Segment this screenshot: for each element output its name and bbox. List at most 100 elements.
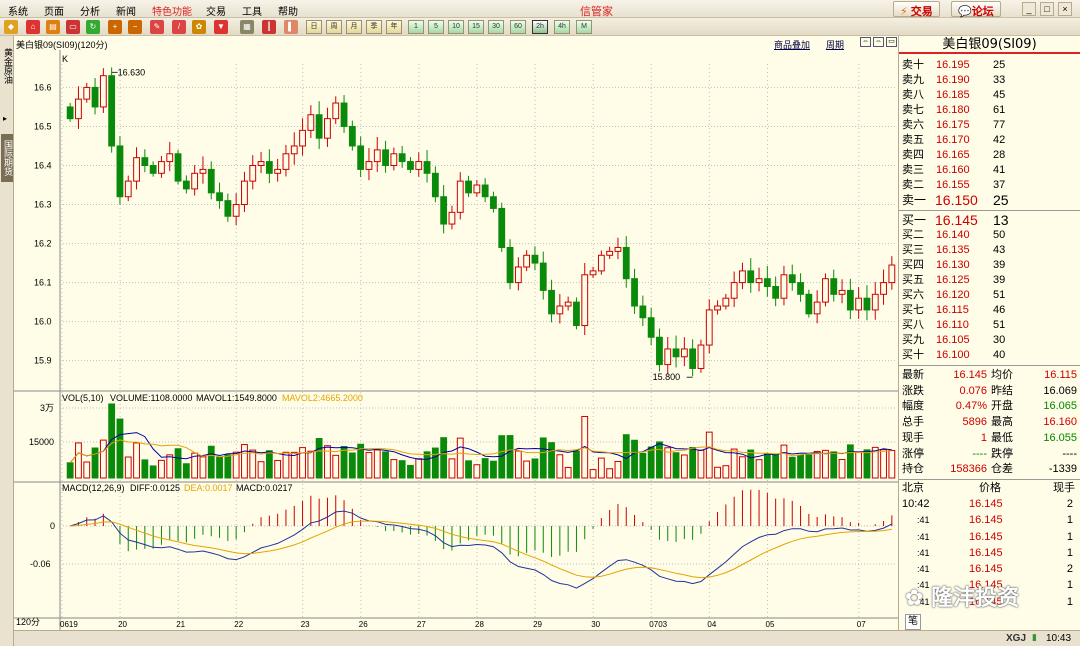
candle-body [232,204,240,217]
period-season-icon[interactable]: 季 [366,20,382,34]
maximize-icon[interactable]: □ [1040,2,1054,16]
menu-features[interactable]: 特色功能 [152,3,192,18]
period-year-icon[interactable]: 年 [386,20,402,34]
bid-row[interactable]: 买二 16.140 50 [899,228,1080,243]
time-tick-label: 27 [417,620,426,629]
ask-row[interactable]: 卖五 16.170 42 [899,133,1080,148]
period-button-10[interactable]: 10 [448,20,464,34]
back-icon[interactable]: ◆ [4,20,18,34]
bid-row[interactable]: 买五 16.125 39 [899,273,1080,288]
ask-row[interactable]: 卖八 16.185 45 [899,88,1080,103]
ask-row[interactable]: 卖四 16.165 28 [899,148,1080,163]
layout-icon[interactable]: ⇔ [860,37,871,47]
trade-button[interactable]: ⚡ 交易 [893,1,940,18]
period-day-icon[interactable]: 日 [306,20,322,34]
bid-price: 16.135 [936,244,970,256]
forum-button[interactable]: 💬论坛 [951,1,1001,18]
bid-row[interactable]: 买十 16.100 40 [899,348,1080,363]
filter-icon[interactable]: ▼ [214,20,228,34]
zoom-out-icon[interactable]: − [128,20,142,34]
expand-icon[interactable]: ▭ [886,37,897,47]
period-button-30[interactable]: 30 [488,20,504,34]
stat-value: 16.069 [1043,384,1077,397]
menu-analysis[interactable]: 分析 [80,3,100,18]
bid-row[interactable]: 买四 16.130 39 [899,258,1080,273]
bid-row[interactable]: 买三 16.135 43 [899,243,1080,258]
bid-price: 16.125 [936,274,970,286]
brand-label: XGJ [1006,633,1027,644]
period-button-2h[interactable]: 2h [532,20,548,34]
table-icon[interactable]: ▦ [240,20,254,34]
volume-bar [622,434,630,479]
candle-body [91,86,99,108]
ask-vol: 77 [993,119,1006,131]
tick-time: :41 [917,531,930,542]
ask-row[interactable]: 卖六 16.175 77 [899,118,1080,133]
volume-bar [473,464,481,479]
volume-bar [307,450,315,479]
period-button-m[interactable]: M [576,20,592,34]
period-month-icon[interactable]: 月 [346,20,362,34]
bid-row[interactable]: 买一 16.145 13 [899,213,1080,228]
period-button-60[interactable]: 60 [510,20,526,34]
window-icon[interactable]: ▭ [66,20,80,34]
ask-row[interactable]: 卖九 16.190 33 [899,73,1080,88]
period-button-1[interactable]: 1 [408,20,424,34]
ask-row[interactable]: 卖七 16.180 61 [899,103,1080,118]
stat-row: 总手 5896 最高 16.160 [899,415,1080,430]
menu-tools[interactable]: 工具 [242,3,262,18]
period-button-4h[interactable]: 4h [554,20,570,34]
tick-row: 10:42 16.145 2 [899,497,1080,512]
stat-value: 1 [980,431,987,444]
split-icon[interactable]: ⇔ [873,37,884,47]
kline-chart[interactable]: 16.6 16.5 16.4 16.3 16.2 16.1 16.0 15.9 3万 15000 0… [14,50,898,630]
draw-line-icon[interactable]: / [172,20,186,34]
minimize-icon[interactable]: _ [1022,2,1036,16]
book-icon[interactable]: ▤ [46,20,60,34]
bid-row[interactable]: 买八 16.110 51 [899,318,1080,333]
candle-body [174,153,182,182]
candlestick-icon[interactable]: ┃ [262,20,276,34]
paint-icon[interactable]: ✿ [192,20,206,34]
side-tabs: 黄金原油 ▸ 国际期货 [0,36,14,646]
ask-row[interactable]: 卖三 16.160 41 [899,163,1080,178]
bid-row[interactable]: 买六 16.120 51 [899,288,1080,303]
menu-help[interactable]: 帮助 [278,3,298,18]
ticks-tab[interactable]: 笔 [905,614,921,630]
bid-price: 16.130 [936,259,970,271]
home-icon[interactable]: ⌂ [26,20,40,34]
bid-row[interactable]: 买七 16.115 46 [899,303,1080,318]
stat-label: 最高 [991,416,1013,429]
refresh-icon[interactable]: ↻ [86,20,100,34]
menu-system[interactable]: 系统 [8,3,28,18]
side-arrow-icon[interactable]: ▸ [3,114,7,123]
ask-bid-divider [899,210,1080,211]
menu-page[interactable]: 页面 [44,3,64,18]
ask-row[interactable]: 卖十 16.195 25 [899,58,1080,73]
ask-row[interactable]: 卖二 16.155 37 [899,178,1080,193]
volume-bar [855,451,863,479]
scroll-bar[interactable] [14,630,898,646]
stat-label: 开盘 [991,400,1013,413]
period-button-15[interactable]: 15 [468,20,484,34]
candle-body [548,289,555,315]
menu-news[interactable]: 新闻 [116,3,136,18]
side-tab-gold-oil[interactable]: 黄金原油 [1,42,13,90]
period-button-5[interactable]: 5 [428,20,444,34]
candle-body [631,278,638,307]
volume-bar [340,445,348,479]
zoom-in-icon[interactable]: + [108,20,122,34]
pen-icon[interactable]: ✎ [150,20,164,34]
menu-trade[interactable]: 交易 [206,3,226,18]
ask-row[interactable]: 卖一 16.150 25 [899,193,1080,208]
bid-row[interactable]: 买九 16.105 30 [899,333,1080,348]
volume-bar [863,449,871,479]
close-icon[interactable]: × [1058,2,1072,16]
side-tab-intl-futures[interactable]: 国际期货 [1,134,13,182]
bid-price: 16.110 [936,319,969,331]
tick-price: 16.145 [969,497,1003,510]
period-week-icon[interactable]: 周 [326,20,342,34]
kline-icon[interactable]: ▌ [284,20,298,34]
volume-bar [257,461,265,479]
bid-label: 买三 [902,244,924,256]
